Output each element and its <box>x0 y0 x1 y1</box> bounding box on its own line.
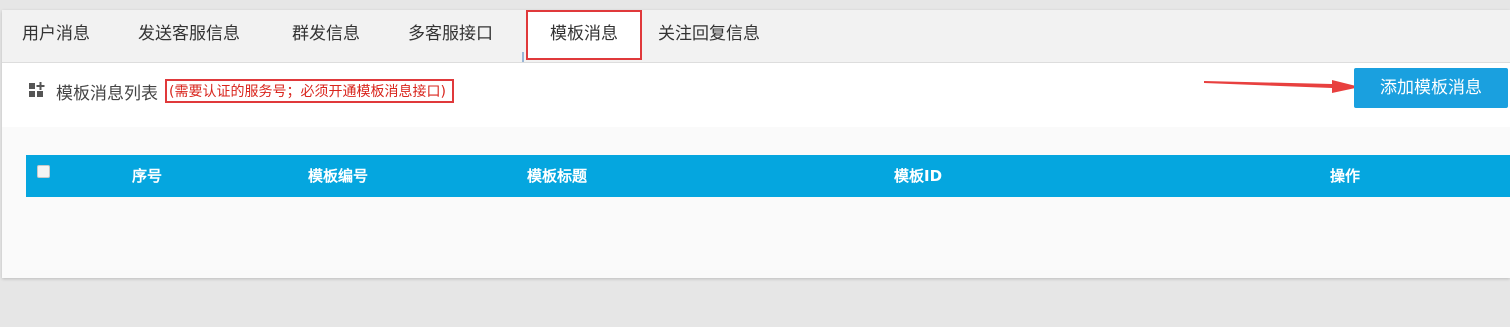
add-template-button[interactable]: 添加模板消息 <box>1354 68 1508 108</box>
tab-mass-message[interactable]: 群发信息 <box>292 10 360 62</box>
requirement-notice: (需要认证的服务号；必须开通模板消息接口) <box>165 79 454 103</box>
tab-multi-service-api[interactable]: 多客服接口 <box>408 10 493 62</box>
column-header-actions[interactable]: 操作 <box>1330 155 1360 197</box>
list-header: 模板消息列表 (需要认证的服务号；必须开通模板消息接口) 添加模板消息 <box>2 63 1510 127</box>
tab-send-service-message[interactable]: 发送客服信息 <box>138 10 240 62</box>
tab-follow-reply[interactable]: 关注回复信息 <box>658 10 760 62</box>
arrow-right-icon <box>1204 80 1360 93</box>
column-header-index[interactable]: 序号 <box>132 155 162 197</box>
table-header: 序号 模板编号 模板标题 模板ID 操作 <box>26 155 1510 197</box>
tab-template-messages[interactable]: 模板消息 <box>522 10 642 62</box>
column-header-template-number[interactable]: 模板编号 <box>308 155 368 197</box>
tab-bar: 用户消息 发送客服信息 群发信息 多客服接口 模板消息 关注回复信息 <box>2 10 1510 63</box>
grid-plus-icon <box>29 82 45 97</box>
list-title: 模板消息列表 <box>56 84 158 104</box>
column-header-template-title[interactable]: 模板标题 <box>527 155 587 197</box>
select-all-checkbox[interactable] <box>37 165 50 178</box>
column-header-template-id[interactable]: 模板ID <box>894 155 942 197</box>
table-area <box>2 127 1510 278</box>
template-message-panel: 用户消息 发送客服信息 群发信息 多客服接口 模板消息 关注回复信息 模板消息列… <box>2 10 1510 278</box>
tab-user-messages[interactable]: 用户消息 <box>22 10 90 62</box>
